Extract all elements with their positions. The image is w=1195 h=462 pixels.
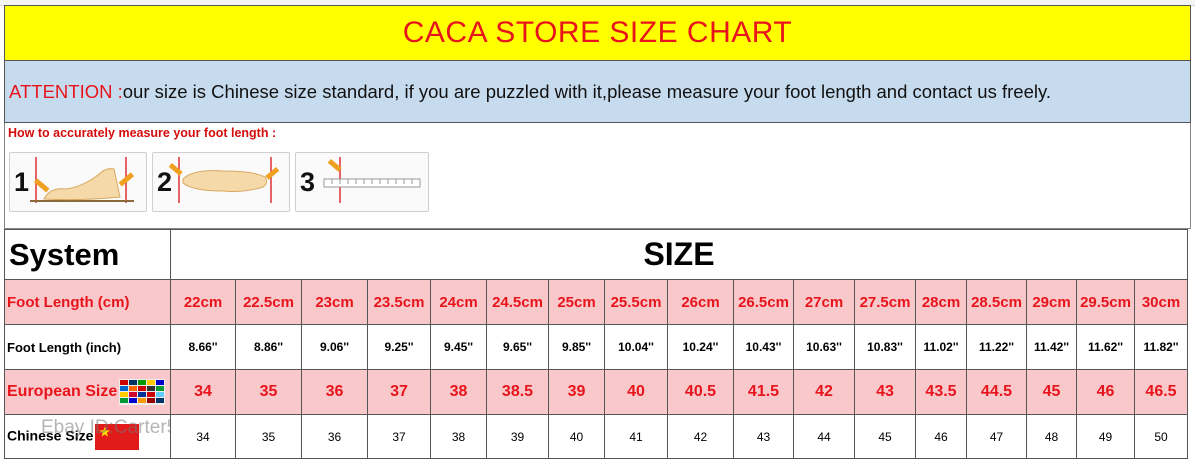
table-cell: 35 — [235, 369, 302, 415]
title-bar: CACA STORE SIZE CHART — [4, 5, 1191, 61]
table-cell: 9.65'' — [486, 324, 549, 370]
table-cell: 41.5 — [733, 369, 794, 415]
measure-title: How to accurately measure your foot leng… — [8, 126, 277, 140]
size-chart-table: System SIZE Foot Length (cm) 22cm 22.5cm… — [4, 229, 1188, 459]
table-cell: 22cm — [170, 279, 236, 325]
table-cell: 43 — [854, 369, 916, 415]
size-header: SIZE — [170, 229, 1188, 280]
attention-text: our size is Chinese size standard, if yo… — [122, 80, 1051, 102]
table-cell: 10.63'' — [793, 324, 855, 370]
row-label: Foot Length (inch) — [4, 324, 171, 370]
table-cell: 11.02'' — [915, 324, 967, 370]
table-row: Foot Length (inch) 8.66'' 8.86'' 9.06'' … — [4, 324, 1188, 370]
table-cell: 37 — [367, 414, 431, 459]
table-cell: 39 — [486, 414, 549, 459]
table-cell: 36 — [301, 414, 368, 459]
table-row: Chinese Size★Ebay ID:Carter515 34 35 36 … — [4, 414, 1188, 459]
table-cell: 48 — [1026, 414, 1077, 459]
table-cell: 26.5cm — [733, 279, 794, 325]
attention-banner: ATTENTION : our size is Chinese size sta… — [4, 61, 1191, 123]
table-cell: 24.5cm — [486, 279, 549, 325]
table-cell: 10.24'' — [667, 324, 734, 370]
table-cell: 34 — [170, 414, 236, 459]
table-cell: 40 — [604, 369, 668, 415]
table-cell: 39 — [548, 369, 605, 415]
table-cell: 34 — [170, 369, 236, 415]
table-cell: 41 — [604, 414, 668, 459]
european-size-label: European Size — [7, 383, 118, 401]
table-row: Foot Length (cm) 22cm 22.5cm 23cm 23.5cm… — [4, 279, 1188, 325]
table-cell: 11.62'' — [1076, 324, 1135, 370]
chinese-size-label: Chinese Size — [7, 427, 94, 444]
table-row: European Size 34 35 36 37 38 38.5 39 40 … — [4, 369, 1188, 415]
table-cell: 49 — [1076, 414, 1135, 459]
table-cell: 45 — [854, 414, 916, 459]
table-cell: 25cm — [548, 279, 605, 325]
table-cell: 9.06'' — [301, 324, 368, 370]
table-cell: 11.22'' — [966, 324, 1027, 370]
table-cell: 28.5cm — [966, 279, 1027, 325]
table-cell: 47 — [966, 414, 1027, 459]
table-cell: 23cm — [301, 279, 368, 325]
table-cell: 38.5 — [486, 369, 549, 415]
ruler-icon — [323, 157, 421, 203]
row-label: European Size — [4, 369, 171, 415]
table-cell: 8.66'' — [170, 324, 236, 370]
table-cell: 42 — [667, 414, 734, 459]
row-label: Foot Length (cm) — [4, 279, 171, 325]
table-cell: 30cm — [1134, 279, 1188, 325]
table-cell: 24cm — [430, 279, 487, 325]
table-cell: 10.43'' — [733, 324, 794, 370]
table-cell: 23.5cm — [367, 279, 431, 325]
table-cell: 25.5cm — [604, 279, 668, 325]
table-cell: 8.86'' — [235, 324, 302, 370]
table-cell: 35 — [235, 414, 302, 459]
table-cell: 9.25'' — [367, 324, 431, 370]
table-cell: 38 — [430, 369, 487, 415]
table-cell: 44 — [793, 414, 855, 459]
attention-label: ATTENTION : — [9, 80, 123, 102]
table-cell: 36 — [301, 369, 368, 415]
eu-flags-icon — [119, 379, 166, 405]
china-flag-icon: ★ — [95, 423, 140, 450]
table-cell: 46 — [1076, 369, 1135, 415]
system-header: System — [4, 229, 171, 280]
table-cell: 11.82'' — [1134, 324, 1188, 370]
table-cell: 50 — [1134, 414, 1188, 459]
table-cell: 29.5cm — [1076, 279, 1135, 325]
table-cell: 27cm — [793, 279, 855, 325]
measure-instructions: How to accurately measure your foot leng… — [4, 123, 1191, 229]
table-cell: 29cm — [1026, 279, 1077, 325]
table-cell: 37 — [367, 369, 431, 415]
table-cell: 28cm — [915, 279, 967, 325]
table-cell: 11.42'' — [1026, 324, 1077, 370]
table-cell: 43 — [733, 414, 794, 459]
row-label: Chinese Size★Ebay ID:Carter515 — [4, 414, 171, 459]
table-cell: 45 — [1026, 369, 1077, 415]
measure-step-2: 2 — [152, 152, 290, 212]
table-cell: 40.5 — [667, 369, 734, 415]
header-row: System SIZE — [4, 229, 1188, 280]
table-cell: 9.85'' — [548, 324, 605, 370]
table-cell: 10.83'' — [854, 324, 916, 370]
measure-step-3: 3 — [295, 152, 429, 212]
table-cell: 46.5 — [1134, 369, 1188, 415]
table-cell: 27.5cm — [854, 279, 916, 325]
table-cell: 22.5cm — [235, 279, 302, 325]
page-title: CACA STORE SIZE CHART — [402, 16, 793, 49]
foot-side-measure-icon — [30, 157, 135, 203]
table-cell: 46 — [915, 414, 967, 459]
table-cell: 42 — [793, 369, 855, 415]
table-cell: 38 — [430, 414, 487, 459]
table-cell: 9.45'' — [430, 324, 487, 370]
measure-step-1: 1 — [9, 152, 147, 212]
table-cell: 44.5 — [966, 369, 1027, 415]
table-cell: 10.04'' — [604, 324, 668, 370]
table-cell: 43.5 — [915, 369, 967, 415]
foot-top-measure-icon — [168, 157, 280, 203]
table-cell: 40 — [548, 414, 605, 459]
table-cell: 26cm — [667, 279, 734, 325]
